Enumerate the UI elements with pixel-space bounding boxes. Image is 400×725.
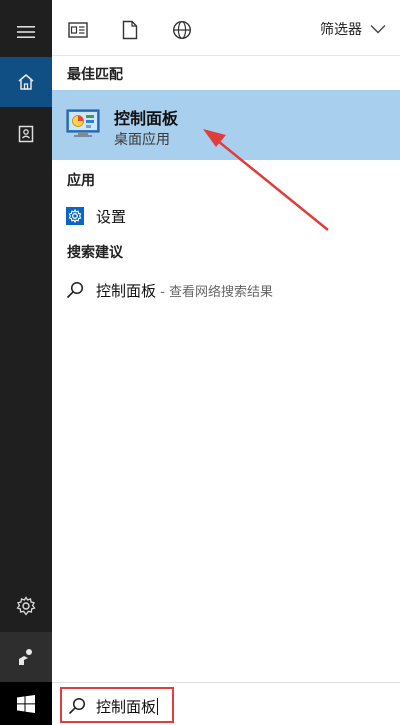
best-match-title: 控制面板 — [114, 109, 179, 128]
document-icon — [68, 22, 88, 38]
search-text: 控制面板 — [96, 698, 157, 716]
menu-button[interactable] — [0, 8, 52, 56]
file-icon — [122, 20, 138, 40]
web-filter-button[interactable] — [170, 18, 194, 42]
web-suggestion-row[interactable]: 控制面板 - 查看网络搜索结果 — [52, 272, 400, 308]
start-button[interactable] — [0, 682, 52, 725]
feedback-button[interactable] — [0, 632, 52, 682]
windows-logo-icon — [17, 694, 35, 713]
home-icon — [18, 74, 34, 90]
search-icon — [68, 697, 86, 715]
suggestion-hint: - 查看网络搜索结果 — [156, 285, 273, 300]
gear-icon — [66, 207, 84, 225]
globe-icon — [172, 20, 192, 40]
nav-rail — [0, 0, 52, 725]
text-caret — [157, 698, 159, 715]
taskbar-search: 控制面板 — [52, 682, 400, 725]
documents-filter-button[interactable] — [66, 18, 90, 42]
notebook-button[interactable] — [0, 110, 52, 158]
app-result-label: 设置 — [96, 208, 127, 226]
feedback-icon — [19, 649, 32, 665]
suggestions-heading: 搜索建议 — [67, 245, 123, 261]
apps-heading: 应用 — [67, 173, 95, 189]
best-match-heading: 最佳匹配 — [67, 67, 123, 83]
best-match-subtitle: 桌面应用 — [114, 132, 170, 148]
hamburger-icon — [17, 26, 35, 38]
filter-toolbar: 筛选器 — [52, 0, 400, 56]
search-value: 控制面板 — [96, 696, 159, 717]
filter-label: 筛选器 — [320, 22, 362, 38]
suggestion-query: 控制面板 — [96, 282, 157, 300]
best-match-result[interactable]: 控制面板 桌面应用 — [52, 90, 400, 160]
settings-button[interactable] — [0, 582, 52, 630]
control-panel-icon — [66, 109, 100, 137]
home-button[interactable] — [0, 57, 52, 107]
files-filter-button[interactable] — [118, 18, 142, 42]
app-result-settings[interactable]: 设置 — [52, 198, 400, 234]
filter-dropdown[interactable]: 筛选器 — [320, 19, 386, 39]
notebook-icon — [18, 125, 34, 143]
search-results-pane: 筛选器 最佳匹配 控制面板 桌面应用 应用 设置 搜索建议 控制面板 - 查看网… — [52, 0, 400, 725]
search-input[interactable]: 控制面板 — [60, 687, 174, 723]
suggestion-text: 控制面板 - 查看网络搜索结果 — [96, 280, 273, 301]
gear-icon — [16, 596, 36, 616]
search-icon — [66, 281, 84, 299]
chevron-down-icon — [370, 25, 386, 34]
